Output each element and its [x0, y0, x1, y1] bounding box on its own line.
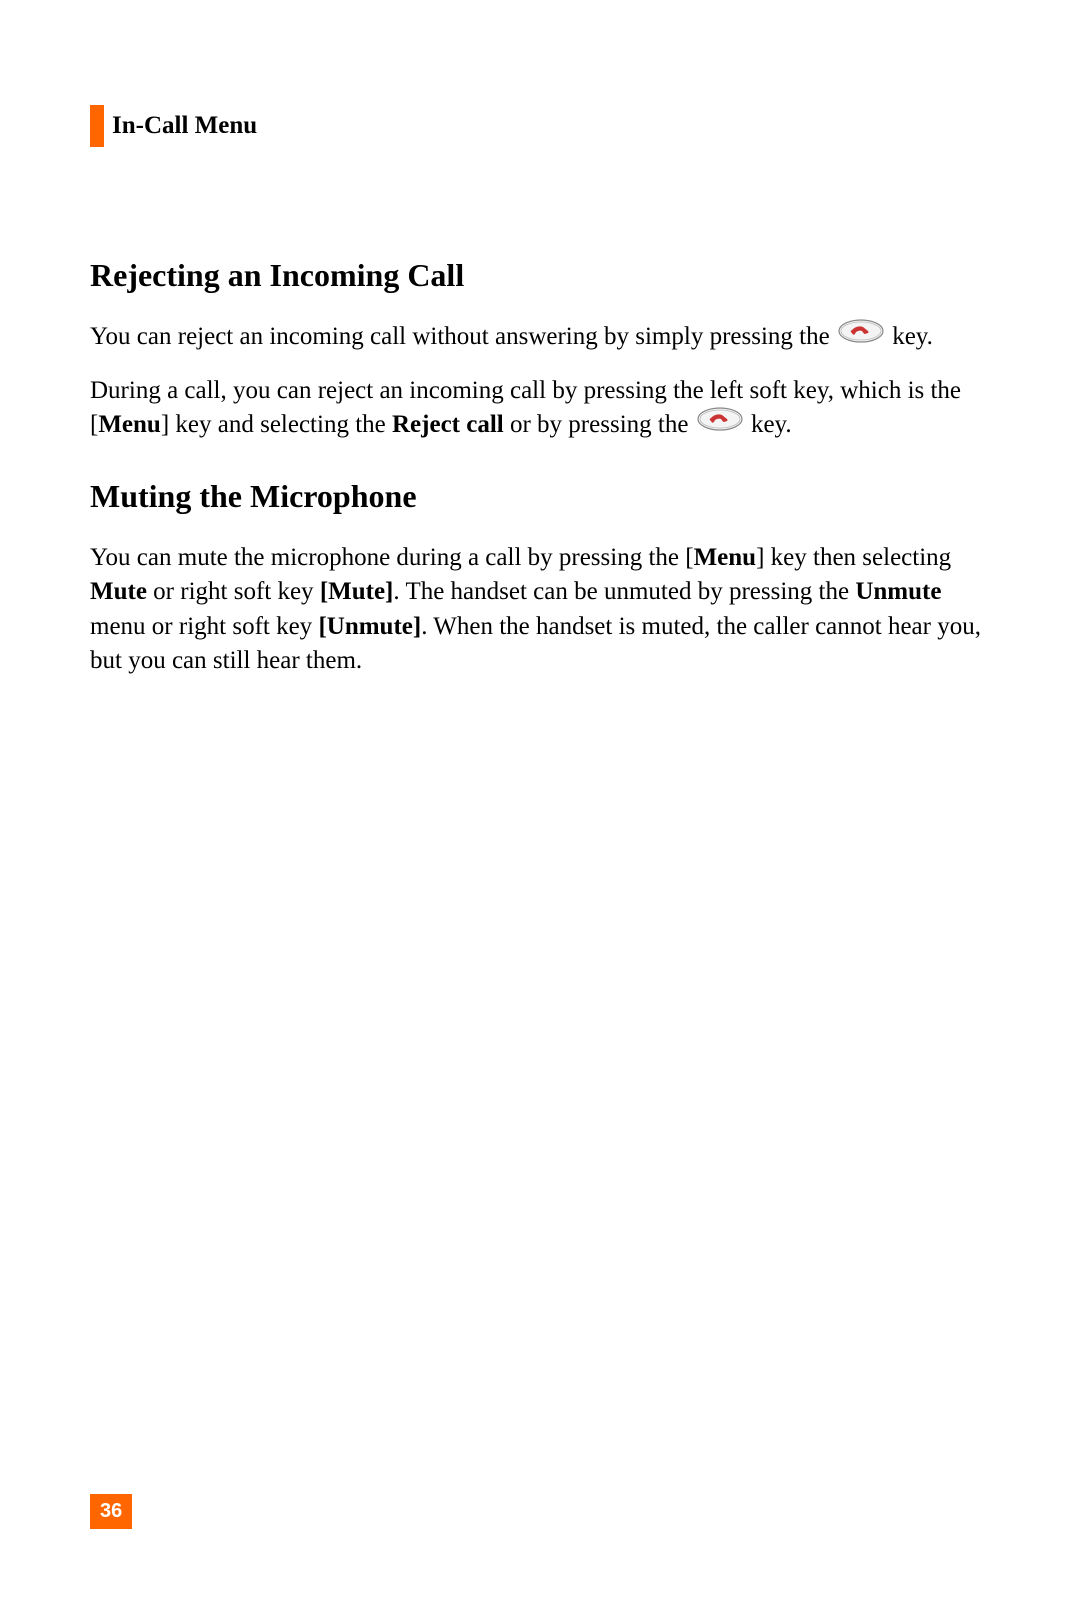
section-title: In-Call Menu — [112, 112, 257, 140]
text: or right soft key — [147, 578, 320, 605]
text: menu or right soft key — [90, 613, 318, 640]
text: You can reject an incoming call without … — [90, 323, 836, 350]
mute-label: Mute — [90, 578, 147, 605]
end-key-icon — [697, 407, 743, 442]
text: You can mute the microphone during a cal… — [90, 544, 694, 571]
unmute-softkey-label: [Unmute] — [318, 613, 421, 640]
text: ] key then selecting — [756, 544, 951, 571]
heading-muting-mic: Muting the Microphone — [90, 478, 990, 515]
text: or by pressing the — [504, 411, 695, 438]
heading-rejecting-call: Rejecting an Incoming Call — [90, 257, 990, 294]
mute-softkey-label: [Mute] — [320, 578, 394, 605]
section-header: In-Call Menu — [90, 105, 990, 147]
accent-bar-icon — [90, 105, 104, 147]
menu-key-label: Menu — [98, 411, 161, 438]
unmute-label: Unmute — [855, 578, 941, 605]
page-number: 36 — [90, 1494, 132, 1529]
menu-key-label: Menu — [694, 544, 757, 571]
paragraph-reject-simple: You can reject an incoming call without … — [90, 320, 990, 356]
text: key. — [745, 411, 792, 438]
text: . The handset can be unmuted by pressing… — [393, 578, 855, 605]
text: key. — [886, 323, 933, 350]
reject-call-label: Reject call — [392, 411, 504, 438]
paragraph-mute: You can mute the microphone during a cal… — [90, 541, 990, 679]
text: ] key and selecting the — [161, 411, 392, 438]
end-key-icon — [838, 319, 884, 354]
paragraph-reject-during-call: During a call, you can reject an incomin… — [90, 374, 990, 444]
